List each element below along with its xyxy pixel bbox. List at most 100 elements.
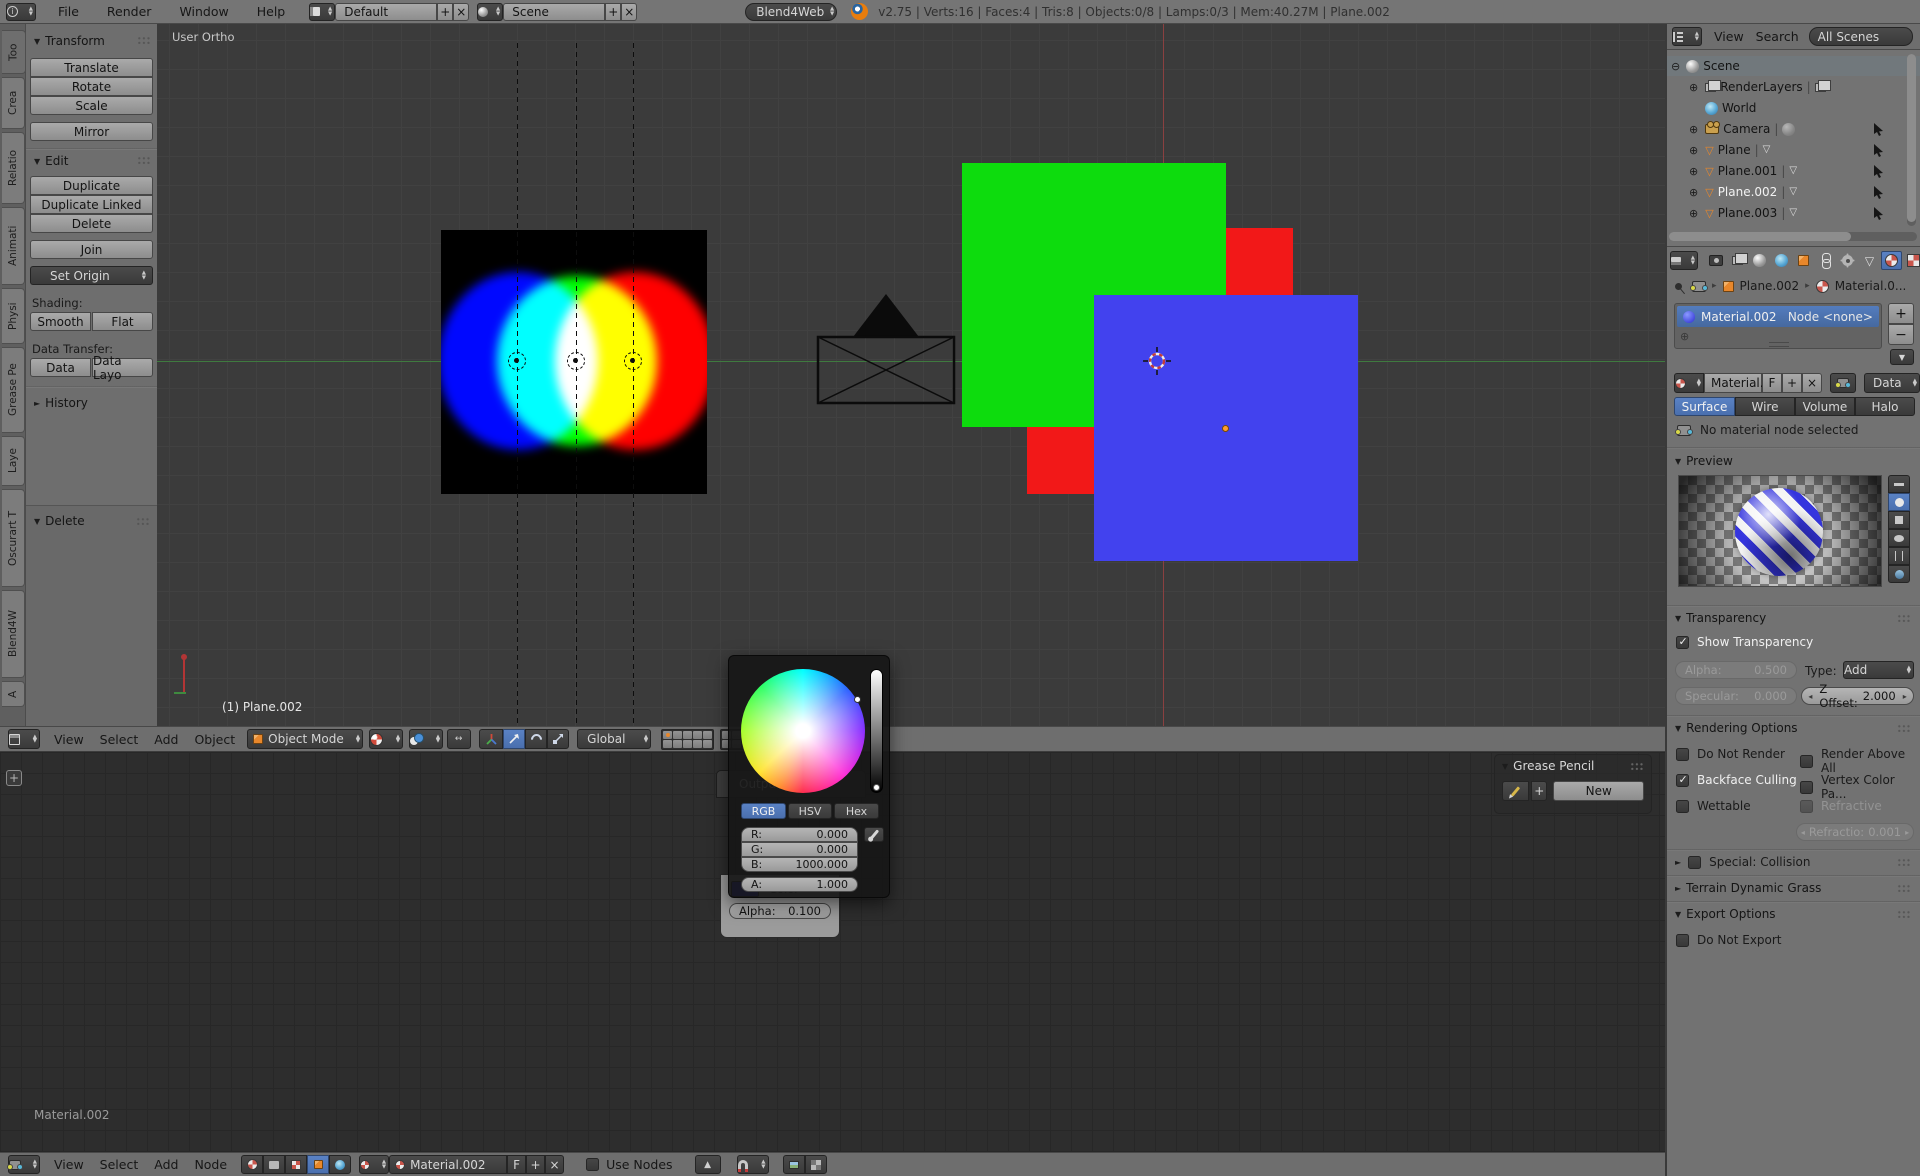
value-slider[interactable]: [870, 669, 883, 793]
slot-add-button[interactable]: +: [1888, 303, 1914, 324]
pivot-point-select[interactable]: ▲▼: [409, 729, 443, 749]
mesh-data-icon[interactable]: ▽: [1789, 208, 1797, 218]
panel-grip[interactable]: [1630, 762, 1644, 770]
translate-button[interactable]: Translate: [30, 58, 153, 77]
outliner-menu-search[interactable]: Search: [1756, 29, 1799, 44]
panel-header-preview[interactable]: Preview: [1675, 454, 1733, 468]
zoffset-slider[interactable]: ◂Z Offset:2.000▸: [1801, 687, 1914, 705]
material-fake-user-button[interactable]: F: [1762, 373, 1782, 393]
type-surface[interactable]: Surface: [1674, 397, 1735, 416]
outliner-row-plane001[interactable]: ⊕ ▽ Plane.001 | ▽: [1667, 161, 1920, 181]
material-name-input[interactable]: Material.: [1704, 373, 1762, 393]
do-not-export-checkbox[interactable]: [1676, 934, 1689, 947]
node-menu-node[interactable]: Node: [194, 1157, 227, 1172]
tab-constraints[interactable]: [1815, 251, 1836, 270]
viewport-menu-select[interactable]: Select: [100, 732, 139, 747]
expand-icon[interactable]: ⊕: [1689, 166, 1698, 177]
tab-grease-pencil[interactable]: Grease Pe: [2, 347, 25, 433]
grease-pencil-add-button[interactable]: +: [1531, 781, 1547, 801]
join-button[interactable]: Join: [30, 240, 153, 259]
outliner-row-world[interactable]: World: [1667, 98, 1920, 118]
preview-hair-button[interactable]: [1888, 547, 1910, 565]
panel-grip[interactable]: [1897, 910, 1911, 918]
mesh-data-icon[interactable]: ▽: [1789, 166, 1797, 176]
picker-g-field[interactable]: G:0.000: [741, 842, 858, 857]
flat-button[interactable]: Flat: [92, 312, 153, 331]
viewport-menu-add[interactable]: Add: [154, 732, 178, 747]
expand-icon[interactable]: ⊕: [1689, 82, 1698, 93]
tab-physics[interactable]: Physi: [2, 288, 25, 344]
scale-button[interactable]: Scale: [30, 96, 153, 115]
scroll-thumb[interactable]: [1907, 54, 1916, 222]
wettable-checkbox[interactable]: [1676, 800, 1689, 813]
scene-field[interactable]: Scene: [503, 3, 605, 21]
panel-grip[interactable]: [1897, 884, 1911, 892]
breadcrumb-object[interactable]: Plane.002: [1740, 279, 1800, 293]
mesh-data-icon[interactable]: ▽: [1763, 145, 1771, 155]
smooth-button[interactable]: Smooth: [30, 312, 91, 331]
list-resize-grip[interactable]: [1769, 342, 1789, 347]
layer-cell[interactable]: [683, 740, 692, 748]
panel-grip[interactable]: [137, 156, 151, 164]
tree-type-shader-toggle[interactable]: [241, 1155, 263, 1174]
outliner-vscrollbar[interactable]: [1907, 54, 1916, 226]
node-editor-type-button[interactable]: ▲▼: [8, 1155, 40, 1174]
outliner-row-plane002[interactable]: ⊕ ▽ Plane.002 | ▽: [1667, 182, 1920, 202]
layer-cell[interactable]: [693, 740, 702, 748]
panel-header-rendering-options[interactable]: Rendering Options: [1675, 721, 1798, 735]
alpha-slider[interactable]: Alpha:0.500: [1675, 661, 1797, 679]
tab-data[interactable]: ▽: [1859, 251, 1880, 270]
vertex-color-paint-checkbox[interactable]: [1800, 781, 1813, 794]
selectability-toggle[interactable]: [1873, 207, 1884, 220]
grease-pencil-new-button[interactable]: New: [1553, 781, 1644, 801]
menu-window[interactable]: Window: [179, 4, 228, 19]
tab-scene[interactable]: [1749, 251, 1770, 270]
tab-render-layers[interactable]: [1727, 251, 1748, 270]
layer-cell[interactable]: [673, 740, 682, 748]
material-browse-select[interactable]: ▲▼: [1674, 373, 1704, 393]
use-nodes-checkbox[interactable]: [586, 1158, 599, 1171]
tab-modifiers[interactable]: [1837, 251, 1858, 270]
picker-tab-hsv[interactable]: HSV: [788, 803, 832, 819]
editor-type-button[interactable]: i ▲▼: [6, 3, 36, 21]
preview-cube-button[interactable]: [1888, 511, 1910, 529]
node-menu-select[interactable]: Select: [100, 1157, 139, 1172]
panel-grip[interactable]: [1897, 614, 1911, 622]
layer-cell[interactable]: [703, 740, 712, 748]
menu-help[interactable]: Help: [257, 4, 286, 19]
data-button[interactable]: Data: [30, 358, 91, 377]
expand-icon[interactable]: ⊕: [1689, 187, 1698, 198]
material-nodes-toggle[interactable]: [1830, 373, 1856, 393]
layer-cell[interactable]: [663, 731, 672, 739]
tab-material[interactable]: [1881, 251, 1902, 270]
tab-tools[interactable]: Too: [2, 30, 26, 74]
picker-b-field[interactable]: B:1000.000: [741, 857, 858, 872]
layer-cell[interactable]: [703, 731, 712, 739]
layer-cell[interactable]: [673, 731, 682, 739]
outliner-row-plane[interactable]: ⊕ ▽ Plane | ▽: [1667, 140, 1920, 160]
layers-widget-left[interactable]: [661, 729, 714, 750]
color-wheel-cursor[interactable]: [854, 696, 861, 703]
panel-header-history[interactable]: History: [34, 396, 88, 410]
outliner-row-scene[interactable]: ⊖ Scene: [1667, 56, 1920, 76]
panel-grip[interactable]: [137, 36, 151, 44]
manipulator-translate-toggle[interactable]: [503, 729, 525, 749]
material-browse-button[interactable]: ▲▼: [359, 1155, 389, 1174]
manipulator-rotate-toggle[interactable]: [525, 729, 547, 749]
preview-sphere-button[interactable]: [1888, 493, 1910, 511]
tab-oscurart[interactable]: Oscurart T: [2, 489, 25, 587]
pin-icon[interactable]: [1674, 281, 1684, 291]
backdrop-button[interactable]: [805, 1155, 827, 1174]
slot-specials-button[interactable]: ▼: [1890, 349, 1914, 365]
outliner-menu-view[interactable]: View: [1714, 29, 1744, 44]
panel-grip[interactable]: [136, 517, 150, 525]
layer-cell[interactable]: [693, 731, 702, 739]
panel-header-transparency[interactable]: Transparency: [1675, 611, 1766, 625]
viewport-editor-type-button[interactable]: ▲▼: [8, 729, 40, 749]
refractive-checkbox[interactable]: [1800, 800, 1813, 813]
color-wheel[interactable]: [741, 669, 865, 793]
renderlayer-data-icon[interactable]: [1815, 83, 1826, 92]
snap-button[interactable]: ▲▼: [737, 1155, 769, 1174]
screen-layout-close-button[interactable]: ×: [453, 3, 469, 21]
picker-tab-hex[interactable]: Hex: [834, 803, 879, 819]
